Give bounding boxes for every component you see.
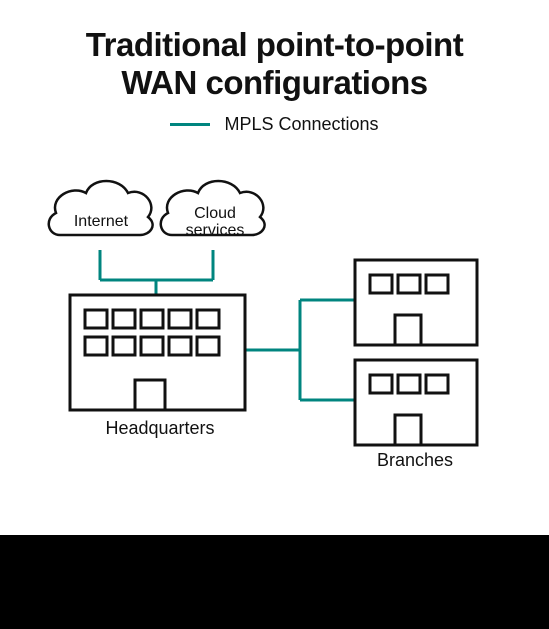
title-line-2: WAN configurations — [121, 64, 427, 101]
cloud-services-label-l2: services — [186, 222, 245, 239]
headquarters-label: Headquarters — [85, 419, 235, 439]
title-line-1: Traditional point-to-point — [86, 26, 463, 63]
bottom-bar — [0, 535, 549, 629]
cloud-services-label: Cloud services — [180, 205, 250, 240]
legend-swatch — [170, 123, 210, 126]
legend-label: MPLS Connections — [224, 114, 378, 135]
diagram-canvas: Internet Cloud services Headquarters Bra… — [0, 135, 549, 495]
branches-icon — [0, 135, 549, 495]
internet-label: Internet — [66, 213, 136, 231]
branches-label: Branches — [360, 451, 470, 471]
diagram-title: Traditional point-to-point WAN configura… — [0, 0, 549, 108]
page: Traditional point-to-point WAN configura… — [0, 0, 549, 629]
cloud-services-label-l1: Cloud — [194, 205, 236, 222]
legend: MPLS Connections — [0, 114, 549, 135]
